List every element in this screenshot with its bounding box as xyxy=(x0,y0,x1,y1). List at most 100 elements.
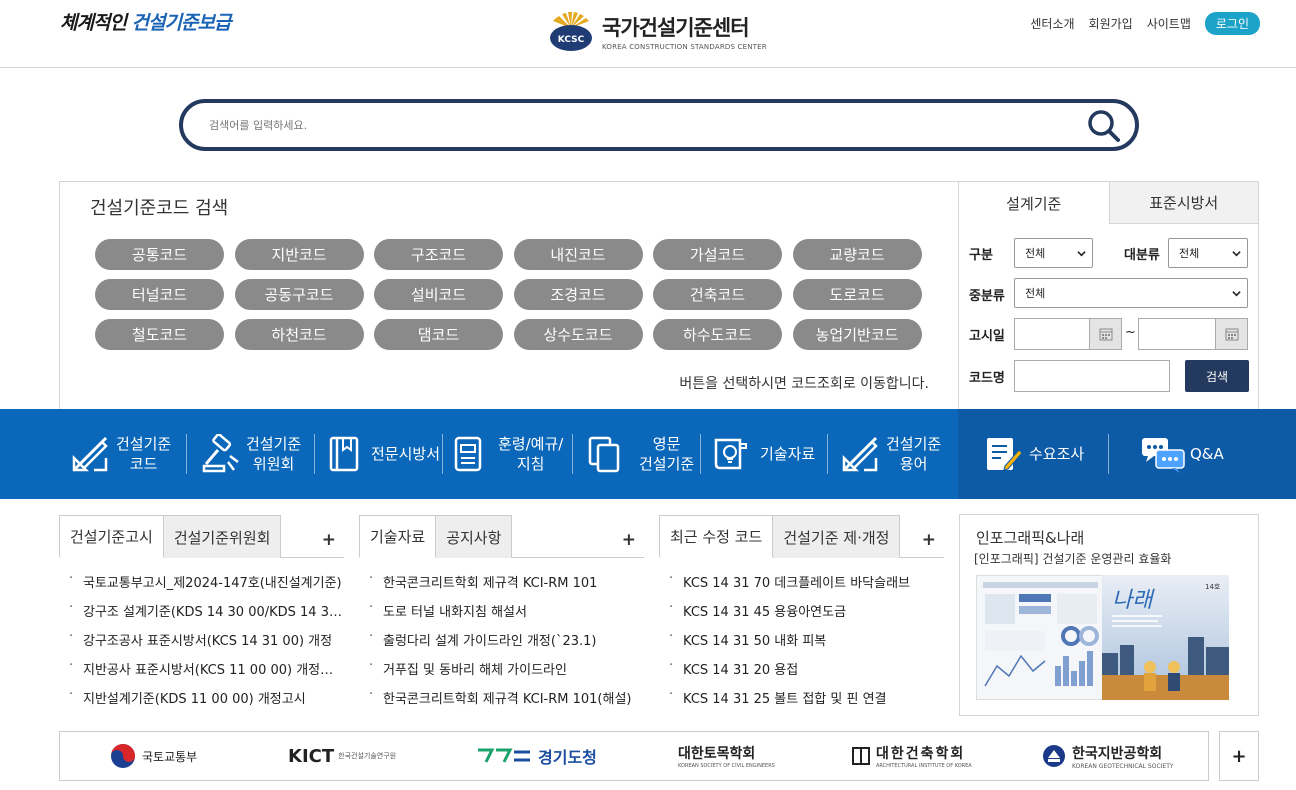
code-button-ground[interactable]: 지반코드 xyxy=(234,239,364,270)
tab-standard-specifications[interactable]: 표준시방서 xyxy=(1108,182,1258,224)
tab-standards-notice[interactable]: 건설기준고시 xyxy=(59,515,164,558)
code-button-seismic[interactable]: 내진코드 xyxy=(513,239,643,270)
survey-icon xyxy=(987,438,1023,471)
code-button-tunnel[interactable]: 터널코드 xyxy=(95,279,224,310)
infographic-thumbnail[interactable] xyxy=(976,575,1103,700)
pencil-ruler-icon xyxy=(72,436,108,472)
code-name-input[interactable] xyxy=(1014,360,1170,392)
list-item[interactable]: 도로 터널 내화지침 해설서 xyxy=(359,601,644,630)
partner-kgs[interactable]: 한국지반공학회 KOREAN GEOTECHNICAL SOCIETY xyxy=(1042,732,1174,780)
list-item[interactable]: KCS 14 31 50 내화 피복 xyxy=(659,630,944,659)
partner-name: KICT xyxy=(288,745,335,767)
search-input[interactable] xyxy=(209,115,1049,135)
narae-magazine-thumbnail[interactable]: 나래 14호 xyxy=(1102,575,1229,700)
magazine-cover-image: 나래 14호 xyxy=(1102,575,1229,700)
link-sitemap[interactable]: 사이트맵 xyxy=(1147,15,1191,32)
tab-tech-data[interactable]: 기술자료 xyxy=(359,515,437,558)
link-center-intro[interactable]: 센터소개 xyxy=(1030,15,1074,32)
tab-standards-committee[interactable]: 건설기준위원회 xyxy=(163,515,282,558)
list-item[interactable]: 출렁다리 설계 가이드라인 개정(`23.1) xyxy=(359,630,644,659)
list-item[interactable]: 한국콘크리트학회 제규격 KCI-RM 101 xyxy=(359,572,644,601)
select-middle-category[interactable]: 전체 xyxy=(1014,278,1248,308)
list-item[interactable]: 한국콘크리트학회 제규격 KCI-RM 101(해설) xyxy=(359,688,644,717)
quick-nav-construction-code[interactable]: 건설기준 코드 xyxy=(70,409,171,499)
tab-design-standards[interactable]: 설계기준 xyxy=(959,182,1109,224)
quick-nav-committee[interactable]: 건설기준 위원회 xyxy=(200,409,301,499)
more-plus-icon[interactable]: + xyxy=(622,532,636,549)
partner-subname: KOREAN SOCIETY OF CIVIL ENGINEERS xyxy=(678,763,775,769)
list-item[interactable]: 강구조 설계기준(KDS 14 30 00/KDS 14 31 00) xyxy=(59,601,344,630)
partner-molit[interactable]: 국토교통부 xyxy=(110,732,197,780)
quick-nav-terminology[interactable]: 건설기준 용어 xyxy=(840,409,941,499)
select-major-value: 전체 xyxy=(1179,247,1200,260)
infographic-subtitle[interactable]: [인포그래픽] 건설기준 운영관리 효율화 xyxy=(974,550,1171,567)
select-major-category[interactable]: 전체 xyxy=(1168,238,1248,268)
calendar-icon[interactable] xyxy=(1215,319,1247,349)
code-button-common[interactable]: 공통코드 xyxy=(95,239,224,270)
more-plus-icon[interactable]: + xyxy=(922,532,936,549)
chevron-down-icon xyxy=(1232,251,1241,257)
magazine-title: 나래 xyxy=(1112,588,1155,613)
tab-standards-revision[interactable]: 건설기준 제·개정 xyxy=(773,515,901,558)
link-signup[interactable]: 회원가입 xyxy=(1089,15,1133,32)
more-plus-icon[interactable]: + xyxy=(322,532,336,549)
code-button-structure[interactable]: 구조코드 xyxy=(374,239,503,270)
code-button-temporary[interactable]: 가설코드 xyxy=(653,239,782,270)
code-button-road[interactable]: 도로코드 xyxy=(792,279,922,310)
partner-subname: 한국건설기술연구원 xyxy=(338,752,397,760)
calendar-icon[interactable] xyxy=(1089,319,1121,349)
label-notice-date: 고시일 xyxy=(969,329,1005,344)
code-button-grid: 공통코드 지반코드 구조코드 내진코드 가설코드 교량코드 터널코드 공동구코드… xyxy=(95,239,922,350)
code-button-railway[interactable]: 철도코드 xyxy=(95,319,224,350)
list-item[interactable]: 지반공사 표준시방서(KCS 11 00 00) 개정고시 xyxy=(59,659,344,688)
partner-gyeonggi[interactable]: 경기도청 xyxy=(476,732,597,780)
filter-search-button[interactable]: 검색 xyxy=(1185,360,1249,392)
slogan: 체계적인 건설기준보급 xyxy=(60,8,231,35)
quick-nav-english-standards[interactable]: 영문 건설기준 xyxy=(585,409,694,499)
aik-logo-icon xyxy=(852,747,870,765)
search-icon[interactable] xyxy=(1087,109,1121,143)
list-item[interactable]: KCS 14 31 20 용접 xyxy=(659,659,944,688)
list-item[interactable]: KCS 14 31 45 용융아연도금 xyxy=(659,601,944,630)
list-item[interactable]: 지반설계기준(KDS 11 00 00) 개정고시 xyxy=(59,688,344,717)
code-button-water-supply[interactable]: 상수도코드 xyxy=(513,319,643,350)
quick-nav-label: 건설기준 xyxy=(246,435,302,453)
quick-nav-qna[interactable]: Q&A xyxy=(1140,409,1224,499)
tab-announcements[interactable]: 공지사항 xyxy=(436,515,513,558)
partner-kict[interactable]: KICT 한국건설기술연구원 xyxy=(288,732,396,780)
site-logo[interactable]: KCSC 국가건설기준센터 KOREA CONSTRUCTION STANDAR… xyxy=(548,10,767,52)
partner-ksce[interactable]: 대한토목학회 KOREAN SOCIETY OF CIVIL ENGINEERS xyxy=(678,732,775,780)
tab-recent-codes[interactable]: 최근 수정 코드 xyxy=(659,515,774,558)
code-button-equipment[interactable]: 설비코드 xyxy=(374,279,503,310)
code-search-panel: 건설기준코드 검색 공통코드 지반코드 구조코드 내진코드 가설코드 교량코드 … xyxy=(59,181,959,410)
list-item[interactable]: 거푸집 및 동바리 해체 가이드라인 xyxy=(359,659,644,688)
code-button-landscape[interactable]: 조경코드 xyxy=(513,279,643,310)
partners-more-button[interactable]: + xyxy=(1219,731,1259,781)
divider xyxy=(186,434,187,474)
slogan-prefix: 체계적인 xyxy=(60,12,127,34)
quick-nav-specialty-specs[interactable]: 전문시방서 xyxy=(325,409,440,499)
code-button-dam[interactable]: 댐코드 xyxy=(374,319,503,350)
date-start-input[interactable] xyxy=(1014,318,1122,350)
partner-aik[interactable]: 대한건축학회 ARCHITECTURAL INSTITUTE OF KOREA xyxy=(852,732,972,780)
list-item[interactable]: KCS 14 31 70 데크플레이트 바닥슬래브 xyxy=(659,572,944,601)
code-search-hint: 버튼을 선택하시면 코드조회로 이동합니다. xyxy=(679,376,929,392)
list-item[interactable]: 강구조공사 표준시방서(KCS 14 31 00) 개정 xyxy=(59,630,344,659)
code-button-sewerage[interactable]: 하수도코드 xyxy=(653,319,782,350)
select-type[interactable]: 전체 xyxy=(1014,238,1093,268)
code-button-building[interactable]: 건축코드 xyxy=(653,279,782,310)
quick-nav-label: 전문시방서 xyxy=(371,445,441,463)
quick-nav-demand-survey[interactable]: 수요조사 xyxy=(983,409,1084,499)
code-button-river[interactable]: 하천코드 xyxy=(234,319,364,350)
code-button-bridge[interactable]: 교량코드 xyxy=(792,239,922,270)
list-item-text: 지반설계기준(KDS 11 00 00) 개정고시 xyxy=(83,692,306,707)
code-button-agriculture[interactable]: 농업기반코드 xyxy=(792,319,922,350)
list-item[interactable]: KCS 14 31 25 볼트 접합 및 핀 연결 xyxy=(659,688,944,717)
date-end-input[interactable] xyxy=(1138,318,1248,350)
quick-nav-tech-data[interactable]: 기술자료 xyxy=(710,409,815,499)
quick-nav-directives[interactable]: 훈령/예규/지침 xyxy=(450,409,563,499)
login-button[interactable]: 로그인 xyxy=(1204,12,1260,35)
list-item[interactable]: 국토교통부고시_제2024-147호(내진설계기준) xyxy=(59,572,344,601)
code-button-utility-tunnel[interactable]: 공동구코드 xyxy=(234,279,364,310)
lightbulb-scroll-icon xyxy=(714,438,747,470)
